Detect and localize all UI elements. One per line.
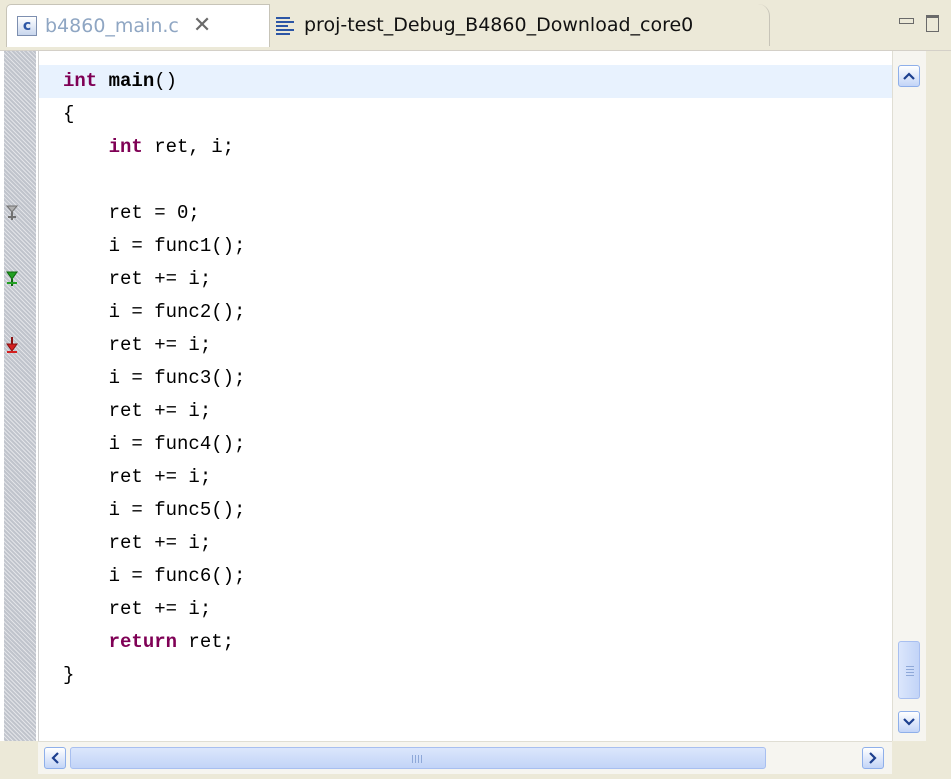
code-keyword: return <box>108 631 178 653</box>
code-text: } <box>63 664 75 686</box>
code-text: i = func5(); <box>108 499 246 521</box>
scroll-down-arrow-icon[interactable] <box>898 711 920 733</box>
code-line[interactable]: { <box>63 98 74 131</box>
code-line[interactable]: ret += i; <box>63 527 212 560</box>
disassembly-lines-icon <box>276 16 294 35</box>
horizontal-scroll-thumb[interactable] <box>70 747 766 769</box>
tab-b4860-main[interactable]: c b4860_main.c ✕ <box>6 4 270 47</box>
code-line[interactable]: ret += i; <box>63 395 212 428</box>
code-line[interactable]: } <box>63 659 74 692</box>
code-text: ret += i; <box>108 532 212 554</box>
code-line[interactable]: ret += i; <box>63 329 212 362</box>
tab-disassembly[interactable]: proj-test_Debug_B4860_Download_core0 <box>250 4 770 46</box>
code-text: ret += i; <box>108 268 212 290</box>
scrollbar-corner <box>892 741 951 779</box>
vertical-scroll-thumb[interactable] <box>898 641 920 699</box>
code-text: ret, i; <box>142 136 235 158</box>
code-text: i = func2(); <box>108 301 246 323</box>
code-text: i = func6(); <box>108 565 246 587</box>
code-text: ret += i; <box>108 334 212 356</box>
code-line[interactable]: int main() <box>63 65 177 98</box>
horizontal-scrollbar[interactable] <box>38 741 892 774</box>
code-text: ret = 0; <box>108 202 200 224</box>
annotation-ruler[interactable] <box>0 51 38 741</box>
code-line[interactable]: int ret, i; <box>63 131 234 164</box>
code-line[interactable]: i = func1(); <box>63 230 246 263</box>
editor-window: proj-test_Debug_B4860_Download_core0 c b… <box>0 0 951 779</box>
code-keyword: int <box>108 136 143 158</box>
code-line[interactable]: ret += i; <box>63 461 212 494</box>
trace-point-start-icon[interactable] <box>5 270 19 288</box>
code-text: { <box>63 103 75 125</box>
code-function-name: main <box>108 70 155 92</box>
trace-point-stop-icon[interactable] <box>5 336 19 354</box>
code-editor: int main() { int ret, i; ret = 0; i = fun… <box>0 51 951 779</box>
editor-tab-bar: proj-test_Debug_B4860_Download_core0 c b… <box>0 0 951 51</box>
code-line[interactable]: i = func5(); <box>63 494 246 527</box>
code-text: ret; <box>177 631 235 653</box>
trace-point-disabled-icon[interactable] <box>5 204 19 222</box>
code-line[interactable]: ret += i; <box>63 263 212 296</box>
c-source-file-icon: c <box>17 16 37 36</box>
vertical-scrollbar[interactable] <box>892 51 926 741</box>
scroll-left-arrow-icon[interactable] <box>44 747 66 769</box>
code-line[interactable]: i = func6(); <box>63 560 246 593</box>
code-line[interactable]: ret += i; <box>63 593 212 626</box>
code-line[interactable]: i = func2(); <box>63 296 246 329</box>
code-text-area[interactable]: int main() { int ret, i; ret = 0; i = fun… <box>38 51 893 741</box>
scroll-right-arrow-icon[interactable] <box>862 747 884 769</box>
code-text: ret += i; <box>108 598 212 620</box>
code-text: i = func1(); <box>108 235 246 257</box>
code-keyword: int <box>63 70 98 92</box>
close-tab-icon[interactable]: ✕ <box>193 15 211 37</box>
code-text: i = func4(); <box>108 433 246 455</box>
tab-label: proj-test_Debug_B4860_Download_core0 <box>304 14 694 36</box>
code-line[interactable]: i = func4(); <box>63 428 246 461</box>
code-text: ret += i; <box>108 400 212 422</box>
code-line[interactable]: ret = 0; <box>63 197 200 230</box>
code-text: ret += i; <box>108 466 212 488</box>
scroll-up-arrow-icon[interactable] <box>898 65 920 87</box>
code-text: () <box>154 70 178 92</box>
maximize-icon[interactable] <box>924 14 942 32</box>
code-text: i = func3(); <box>108 367 246 389</box>
ruler-strip <box>4 51 36 741</box>
tab-label: b4860_main.c <box>45 15 179 37</box>
code-line[interactable]: i = func3(); <box>63 362 246 395</box>
code-line[interactable]: return ret; <box>63 626 234 659</box>
minimize-icon[interactable] <box>897 14 915 30</box>
